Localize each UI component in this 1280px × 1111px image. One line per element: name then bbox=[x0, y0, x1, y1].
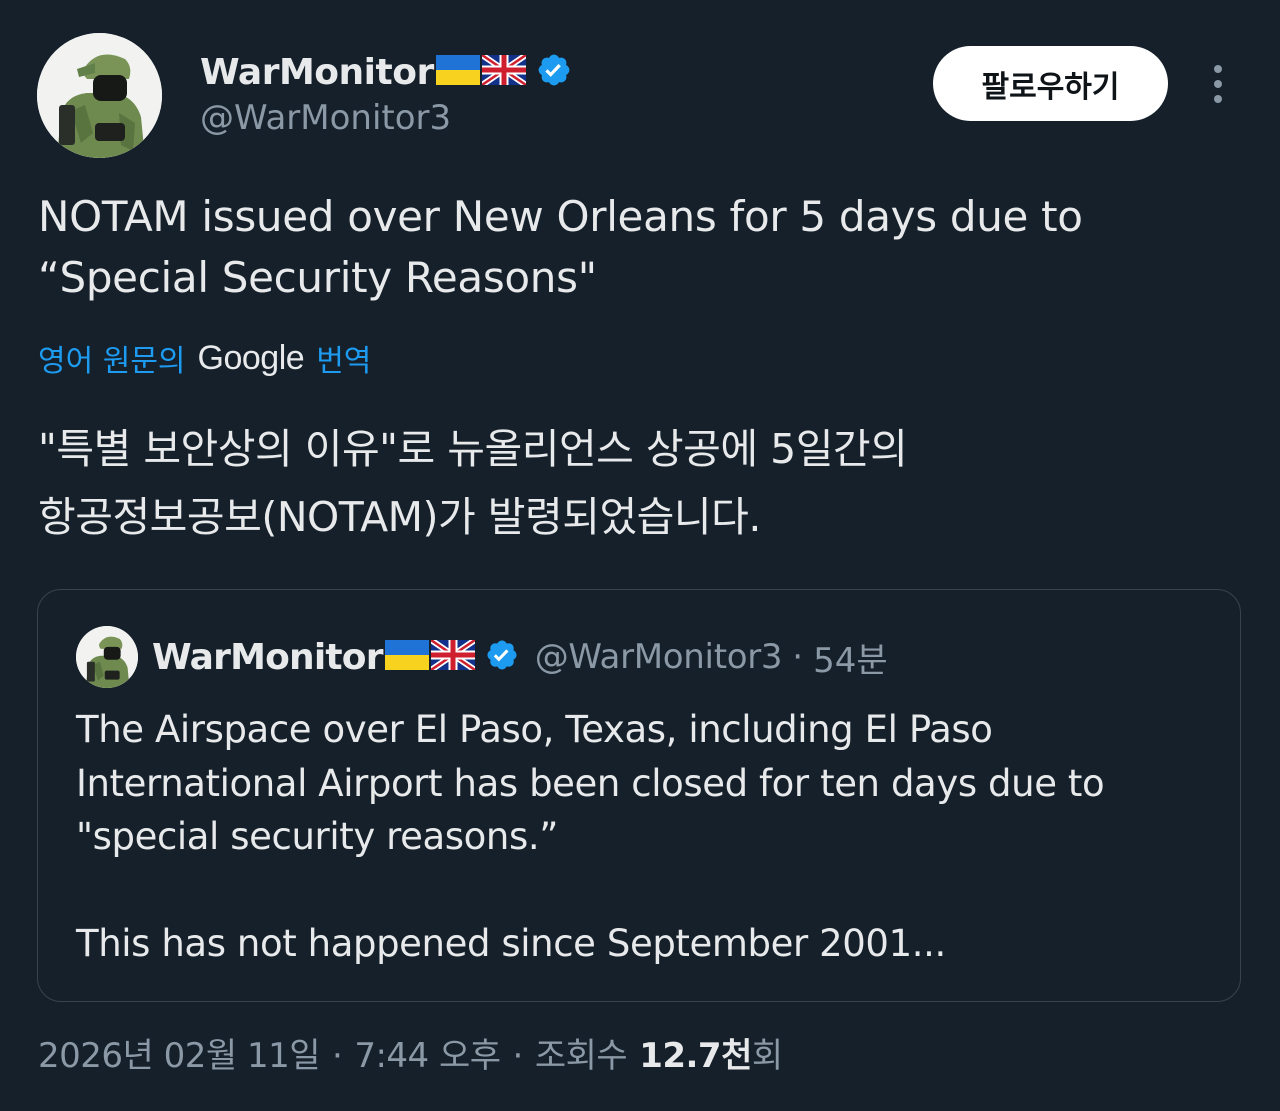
translated-text: "특별 보안상의 이유"로 뉴올리언스 상공에 5일간의 항공정보공보(NOTA… bbox=[38, 425, 908, 541]
quoted-author-handle[interactable]: @WarMonitor3 bbox=[535, 637, 783, 677]
verified-badge-icon bbox=[485, 638, 519, 676]
translation-attribution[interactable]: 영어 원문의 Google 번역 bbox=[38, 336, 371, 380]
tweet-meta: 2026년 02월 11일 · 7:44 오후 · 조회수 12.7천 회 bbox=[38, 1028, 783, 1077]
quoted-tweet-time[interactable]: 54분 bbox=[813, 633, 888, 682]
quoted-author-avatar[interactable] bbox=[76, 626, 138, 688]
soldier-avatar-icon bbox=[37, 33, 162, 158]
views-suffix: 회 bbox=[751, 1036, 783, 1076]
quoted-author-display-name[interactable]: WarMonitor bbox=[152, 637, 384, 678]
google-logo: Google bbox=[197, 338, 305, 377]
tweet-detail: WarMonitor @WarMonitor3 팔로우하기 NOTAM issu… bbox=[0, 0, 1280, 1111]
translate-action-link[interactable]: 번역 bbox=[316, 336, 371, 380]
tweet-text: NOTAM issued over New Orleans for 5 days… bbox=[38, 192, 1083, 302]
author-avatar[interactable] bbox=[37, 33, 162, 158]
more-vertical-icon[interactable] bbox=[1198, 62, 1238, 106]
views-label: 조회수 bbox=[534, 1036, 628, 1076]
quoted-tweet-header: WarMonitor @WarMonitor3 · 54분 bbox=[76, 626, 888, 688]
dot-separator: · bbox=[332, 1036, 343, 1076]
views-count[interactable]: 12.7천 bbox=[639, 1028, 752, 1077]
soldier-avatar-icon bbox=[76, 626, 138, 688]
follow-button[interactable]: 팔로우하기 bbox=[933, 46, 1168, 121]
dot-separator: · bbox=[512, 1036, 524, 1076]
ukraine-flag-icon bbox=[384, 640, 429, 674]
author-handle[interactable]: @WarMonitor3 bbox=[200, 98, 451, 138]
tweet-time[interactable]: 7:44 오후 bbox=[354, 1028, 501, 1077]
dot-separator: · bbox=[792, 637, 804, 677]
translate-source-label[interactable]: 영어 원문의 bbox=[38, 336, 186, 380]
quoted-tweet-card[interactable]: WarMonitor @WarMonitor3 · 54분 The Airspa… bbox=[37, 589, 1241, 1002]
uk-flag-icon bbox=[429, 637, 477, 674]
author-name-row[interactable]: WarMonitor bbox=[200, 50, 572, 94]
uk-flag-icon bbox=[480, 52, 528, 89]
ukraine-flag-icon bbox=[435, 55, 480, 89]
quoted-tweet-text: The Airspace over El Paso, Texas, includ… bbox=[76, 708, 1105, 965]
tweet-date[interactable]: 2026년 02월 11일 bbox=[38, 1028, 321, 1077]
author-display-name[interactable]: WarMonitor bbox=[200, 52, 434, 93]
verified-badge-icon[interactable] bbox=[536, 52, 572, 92]
